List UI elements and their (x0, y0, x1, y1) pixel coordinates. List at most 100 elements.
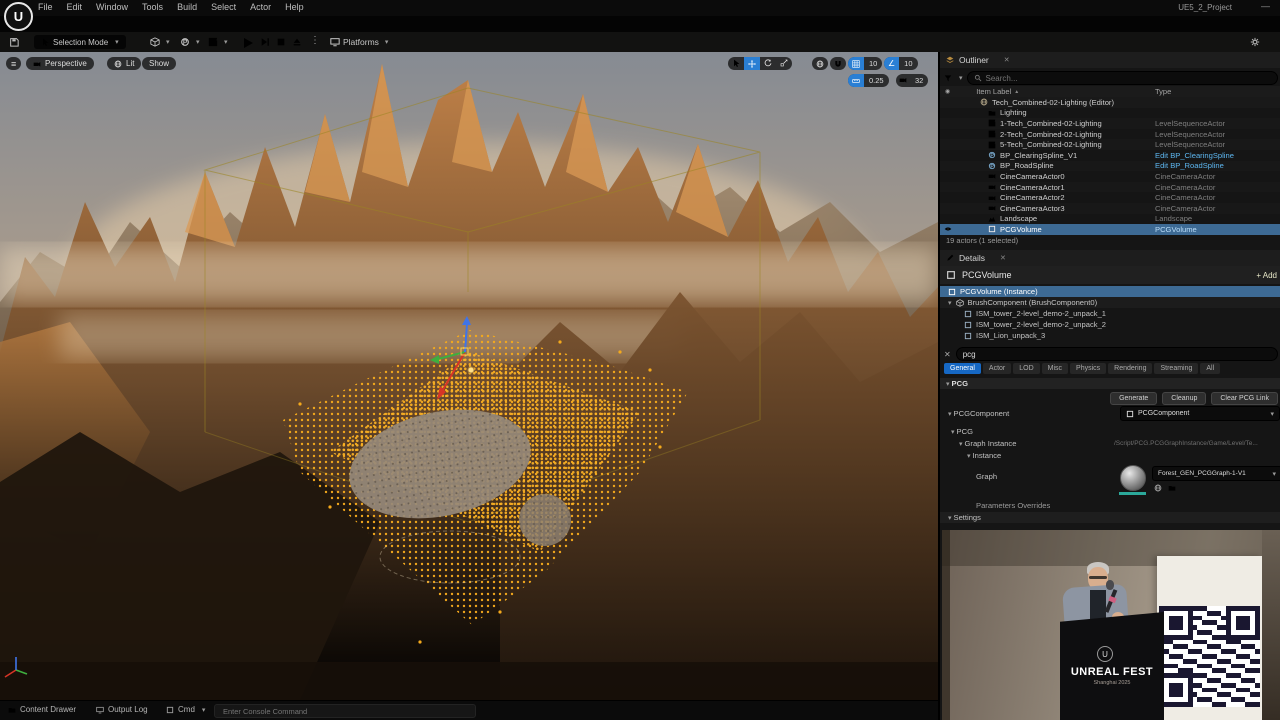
lit-dropdown[interactable]: Lit (107, 57, 141, 70)
kebab-icon[interactable]: ⋮ (310, 35, 320, 46)
details-tab[interactable]: Details ✕ (940, 250, 1280, 266)
component-row-brush[interactable]: ▾ BrushComponent (BrushComponent0) (940, 297, 1280, 308)
minimize-icon[interactable]: — (1261, 1, 1270, 11)
scale-tool-icon[interactable] (780, 59, 788, 67)
component-row-ism[interactable]: ISM_tower_2-level_demo-2_unpack_1 (940, 308, 1280, 319)
component-row-ism[interactable]: ISM_Lion_unpack_3 (940, 330, 1280, 341)
tab-physics[interactable]: Physics (1070, 363, 1106, 374)
pcg-section-header[interactable]: ▾ PCG (940, 378, 1280, 389)
caret-down-icon[interactable]: ▾ (959, 440, 963, 448)
outliner-row[interactable]: 2-Tech_Combined-02-Lighting LevelSequenc… (940, 129, 1280, 140)
row-type-link[interactable]: Edit BP_ClearingSpline (1155, 151, 1279, 160)
menu-window[interactable]: Window (96, 2, 128, 12)
caret-down-icon[interactable]: ▾ (951, 428, 955, 436)
tab-streaming[interactable]: Streaming (1154, 363, 1198, 374)
outliner-row[interactable]: CineCameraActor3 CineCameraActor (940, 203, 1280, 214)
menu-select[interactable]: Select (211, 2, 236, 12)
use-selected-icon[interactable] (1154, 484, 1162, 492)
tab-all[interactable]: All (1200, 363, 1220, 374)
menu-help[interactable]: Help (285, 2, 304, 12)
generate-button[interactable]: Generate (1110, 392, 1157, 405)
browse-to-asset-icon[interactable] (1168, 484, 1176, 492)
component-row-instance[interactable]: PCGVolume (Instance) (940, 286, 1280, 297)
parameters-overrides-label[interactable]: Parameters Overrides (976, 501, 1050, 510)
play-icon[interactable] (242, 37, 254, 49)
outliner-row-selected[interactable]: PCGVolume PCGVolume (940, 224, 1280, 235)
camera-speed-control[interactable]: 32 (896, 74, 928, 87)
pcgcomponent-dropdown[interactable]: PCGComponent ▾ (1120, 406, 1280, 421)
caret-down-icon[interactable]: ▾ (967, 452, 971, 460)
tab-actor[interactable]: Actor (983, 363, 1011, 374)
select-tool-icon[interactable] (732, 59, 740, 67)
content-drawer-button[interactable]: Content Drawer (8, 705, 76, 714)
outliner-row[interactable]: 1-Tech_Combined-02-Lighting LevelSequenc… (940, 118, 1280, 129)
viewport-canvas[interactable]: ≡ Perspective Lit Show 10 (0, 52, 938, 700)
cinematics-button[interactable]: ▾ (208, 37, 228, 47)
scale-snap-control[interactable]: 0.25 (848, 74, 889, 87)
save-icon[interactable] (9, 37, 19, 47)
tab-rendering[interactable]: Rendering (1108, 363, 1152, 374)
clear-pcg-link-button[interactable]: Clear PCG Link (1211, 392, 1278, 405)
settings-gear-icon[interactable] (1250, 37, 1260, 47)
outliner-tab[interactable]: Outliner ✕ (940, 52, 1280, 68)
outliner-row[interactable]: Lighting (940, 108, 1280, 119)
eject-icon[interactable] (292, 37, 302, 47)
caret-down-icon[interactable]: ▾ (959, 74, 963, 82)
outliner-row[interactable]: CineCameraActor2 CineCameraActor (940, 192, 1280, 203)
caret-down-icon[interactable]: ▾ (948, 410, 952, 418)
outliner-search-input[interactable] (986, 74, 1271, 83)
transform-tools[interactable] (728, 57, 792, 70)
rotate-tool-icon[interactable] (764, 59, 772, 67)
console-input[interactable] (221, 706, 469, 717)
clear-search-icon[interactable]: ✕ (944, 350, 951, 359)
grid-snap-control[interactable]: 10 (848, 57, 882, 70)
menu-edit[interactable]: Edit (67, 2, 83, 12)
skip-icon[interactable] (260, 37, 270, 47)
tab-general[interactable]: General (944, 363, 981, 374)
tab-lod[interactable]: LOD (1013, 363, 1039, 374)
add-actor-button[interactable]: ▾ (150, 37, 170, 47)
details-search-input[interactable] (963, 350, 1271, 359)
details-search[interactable] (956, 347, 1278, 361)
outliner-row[interactable]: BP_ClearingSpline_V1 Edit BP_ClearingSpl… (940, 150, 1280, 161)
close-icon[interactable]: ✕ (1004, 56, 1010, 64)
eye-icon[interactable] (944, 225, 952, 233)
column-item-label[interactable]: Item Label (976, 87, 1011, 96)
scale-snap-value[interactable]: 0.25 (864, 76, 889, 85)
tab-misc[interactable]: Misc (1042, 363, 1068, 374)
menu-actor[interactable]: Actor (250, 2, 271, 12)
column-type[interactable]: Type (1155, 87, 1171, 96)
row-type-link[interactable]: Edit BP_RoadSpline (1155, 161, 1279, 170)
output-log-button[interactable]: Output Log (96, 705, 148, 714)
menu-file[interactable]: File (38, 2, 53, 12)
blueprints-button[interactable]: ▾ (180, 37, 200, 47)
platforms-dropdown[interactable]: Platforms ▾ (330, 37, 388, 47)
component-row-ism[interactable]: ISM_tower_2-level_demo-2_unpack_2 (940, 319, 1280, 330)
stop-icon[interactable] (276, 37, 286, 47)
outliner-row[interactable]: Landscape Landscape (940, 214, 1280, 225)
add-component-button[interactable]: + Add (1256, 271, 1277, 280)
outliner-row[interactable]: CineCameraActor0 CineCameraActor (940, 171, 1280, 182)
selection-mode-dropdown[interactable]: Selection Mode ▾ (34, 35, 126, 49)
console-input-box[interactable] (214, 704, 476, 718)
filter-icon[interactable] (944, 74, 952, 82)
cmd-dropdown[interactable]: Cmd ▾ (166, 705, 205, 714)
outliner-row[interactable]: CineCameraActor1 CineCameraActor (940, 182, 1280, 193)
outliner-row[interactable]: 5-Tech_Combined-02-Lighting LevelSequenc… (940, 139, 1280, 150)
graph-asset-dropdown[interactable]: Forest_GEN_PCGGraph-1-V1 ▾ (1152, 466, 1280, 481)
cleanup-button[interactable]: Cleanup (1162, 392, 1206, 405)
show-dropdown[interactable]: Show (142, 57, 176, 70)
graph-thumbnail[interactable] (1120, 465, 1146, 491)
move-tool-icon[interactable] (748, 60, 756, 68)
outliner-search[interactable] (967, 71, 1278, 85)
menu-build[interactable]: Build (177, 2, 197, 12)
close-icon[interactable]: ✕ (1000, 254, 1006, 262)
rotation-snap-value[interactable]: 10 (899, 59, 917, 68)
rotation-snap-control[interactable]: ∠ 10 (884, 57, 918, 70)
world-local-toggle[interactable] (812, 57, 828, 70)
settings-section-header[interactable]: ▾ Settings (940, 512, 1280, 523)
outliner-row[interactable]: Tech_Combined-02-Lighting (Editor) (940, 97, 1280, 108)
menu-tools[interactable]: Tools (142, 2, 163, 12)
camera-speed-value[interactable]: 32 (910, 76, 928, 85)
grid-snap-value[interactable]: 10 (864, 59, 882, 68)
